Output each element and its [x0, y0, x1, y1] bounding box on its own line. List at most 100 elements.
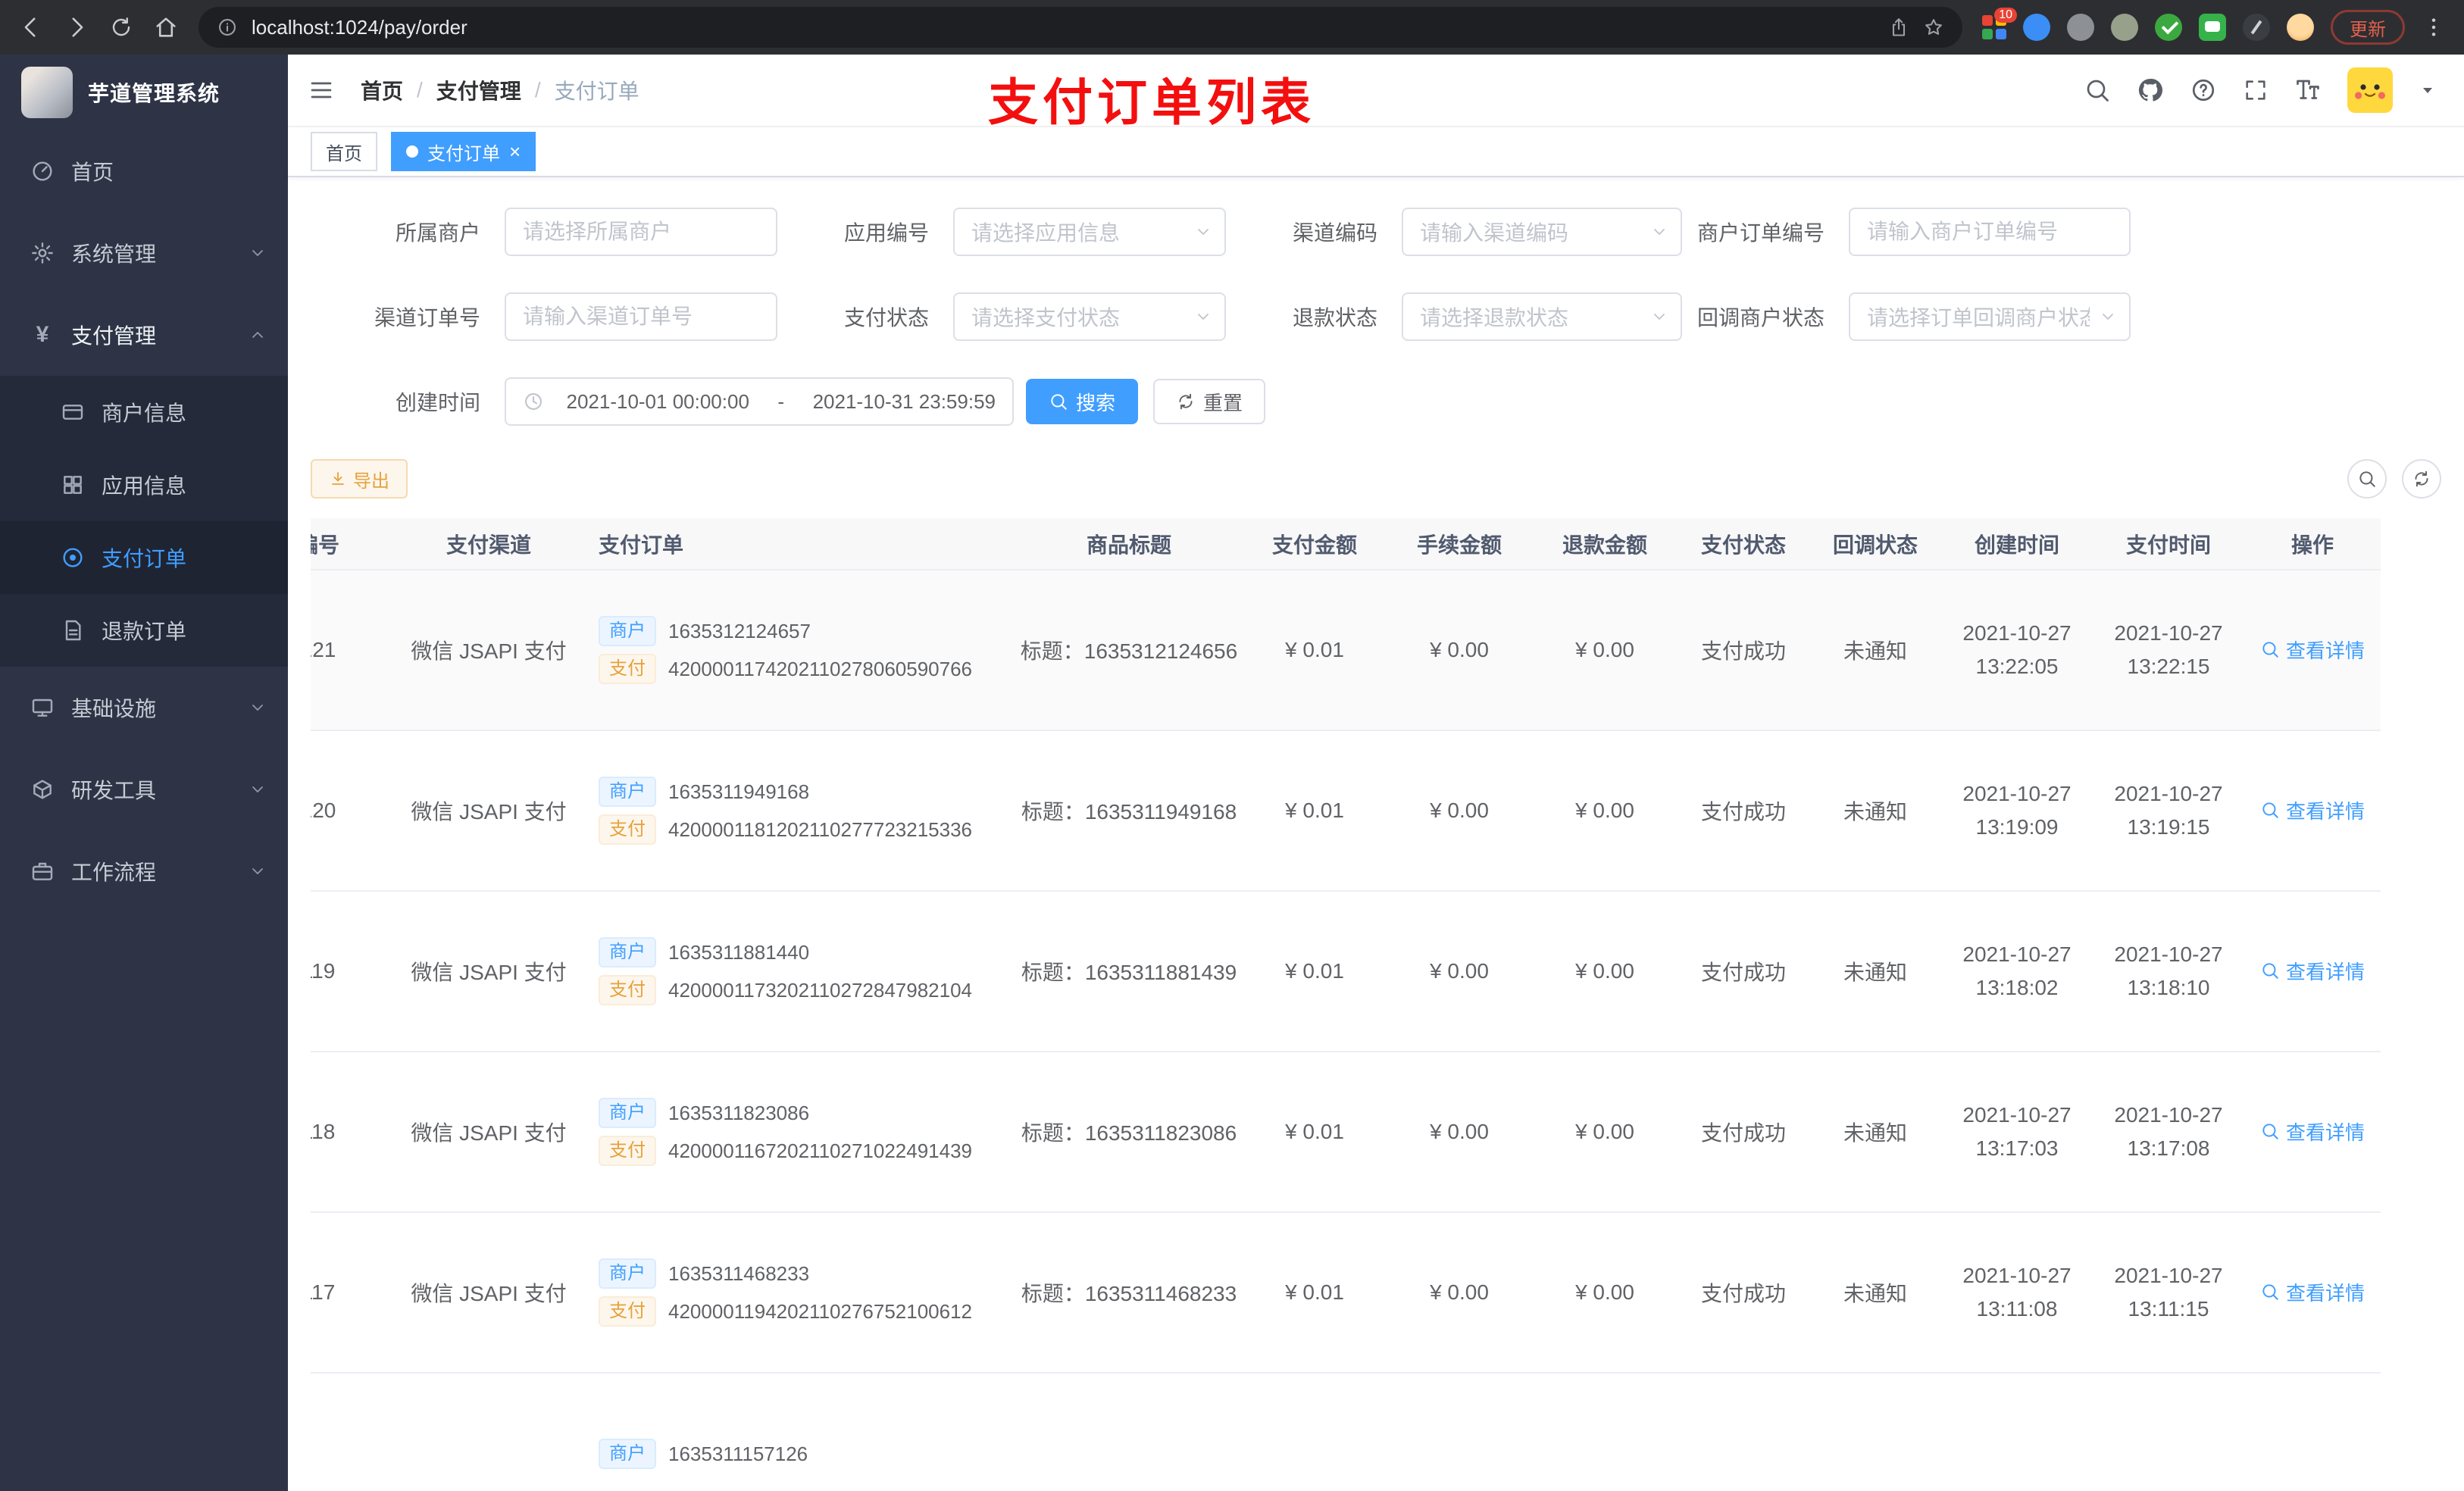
page-content: 所属商户 应用编号 请选择应用信息 渠道编码 请输入渠道编码 — [288, 177, 2464, 1491]
cell-refund: ¥ 0.00 — [1532, 730, 1678, 892]
extension-globe-icon[interactable] — [2067, 14, 2094, 41]
breadcrumb-payment[interactable]: 支付管理 — [436, 75, 521, 105]
notify-status-select[interactable]: 请选择订单回调商户状态 — [1849, 292, 2131, 341]
cell-notify-status — [1809, 1373, 1941, 1491]
view-detail-link[interactable]: 查看详情 — [2260, 1117, 2365, 1146]
breadcrumb-home[interactable]: 首页 — [361, 75, 403, 105]
page: localhost:1024/pay/order 10 更新 芋道管理系统 首页… — [0, 0, 2464, 1491]
extension-check-icon[interactable] — [2155, 14, 2182, 41]
export-button[interactable]: 导出 — [311, 459, 408, 499]
merchant-input[interactable] — [505, 208, 777, 256]
table-toolbar: 导出 — [311, 459, 2441, 499]
chevron-down-icon — [1194, 308, 1212, 326]
sidebar-item-pay-order[interactable]: 支付订单 — [0, 521, 288, 594]
cell-create-time: 2021-10-27 13:17:03 — [1941, 1052, 2093, 1213]
extensions-icon[interactable]: 10 — [1982, 8, 2017, 39]
help-button[interactable] — [2190, 77, 2217, 104]
cell-notify-status: 未通知 — [1809, 1052, 1941, 1213]
cell-pay-status: 支付成功 — [1678, 570, 1809, 731]
channel-order-no-label: 渠道订单号 — [374, 306, 480, 330]
tab-pay-order[interactable]: 支付订单 × — [391, 132, 536, 171]
chevron-down-icon — [249, 862, 267, 880]
address-bar[interactable]: localhost:1024/pay/order — [199, 7, 1962, 48]
merchant-tag: 商户 — [599, 616, 656, 646]
avatar-dropdown[interactable] — [2419, 81, 2437, 99]
table-row: 商户1635311157126 查看详情 — [311, 1373, 2381, 1491]
sidebar-item-refund-order[interactable]: 退款订单 — [0, 594, 288, 667]
extension-drop-icon[interactable] — [2023, 14, 2050, 41]
search-icon — [1049, 392, 1068, 411]
cell-pay-order: 商户 1635311881440 支付 4200001173202110272847… — [583, 891, 1015, 1052]
fullscreen-button[interactable] — [2243, 77, 2269, 103]
cell-pay-status — [1678, 1373, 1809, 1491]
browser-menu-icon[interactable] — [2422, 15, 2446, 39]
sidebar-item-payment[interactable]: ¥ 支付管理 — [0, 294, 288, 376]
document-icon — [61, 618, 85, 642]
toggle-search-button[interactable] — [2347, 459, 2387, 499]
sidebar-item-home[interactable]: 首页 — [0, 130, 288, 212]
view-detail-link[interactable]: 查看详情 — [2260, 796, 2365, 824]
github-button[interactable] — [2137, 77, 2164, 104]
cell-actions: 查看详情 — [2244, 1212, 2381, 1374]
sidebar-item-system[interactable]: 系统管理 — [0, 212, 288, 294]
forward-button[interactable] — [64, 14, 89, 40]
col-pay-status: 支付状态 — [1678, 518, 1809, 570]
extension-misc-icon[interactable] — [2111, 14, 2138, 41]
bookmark-star-icon[interactable] — [1923, 17, 1944, 38]
browser-profile-avatar[interactable] — [2287, 14, 2314, 41]
cell-actions: 查看详情 — [2244, 1052, 2381, 1213]
sidebar-item-devtools[interactable]: 研发工具 — [0, 749, 288, 830]
cell-pay-order: 商户 1635311468233 支付 4200001194202110276752… — [583, 1212, 1015, 1374]
download-icon — [329, 470, 347, 488]
font-size-button[interactable] — [2294, 77, 2322, 104]
extension-pin-icon[interactable] — [2243, 14, 2270, 41]
reset-button[interactable]: 重置 — [1153, 379, 1266, 424]
sidebar-item-merchant-info[interactable]: 商户信息 — [0, 376, 288, 449]
search-button[interactable]: 搜索 — [1026, 379, 1139, 424]
forward-icon — [64, 14, 89, 40]
cell-create-time — [1941, 1373, 2093, 1491]
channel-code-select[interactable]: 请输入渠道编码 — [1402, 208, 1682, 256]
tab-home[interactable]: 首页 — [311, 132, 377, 171]
user-avatar[interactable] — [2347, 67, 2393, 113]
back-button[interactable] — [18, 14, 44, 40]
sidebar-item-infrastructure[interactable]: 基础设施 — [0, 667, 288, 749]
clock-icon — [523, 391, 544, 412]
refund-status-select[interactable]: 请选择退款状态 — [1402, 292, 1682, 341]
view-detail-link[interactable]: 查看详情 — [2260, 1278, 2365, 1306]
sidebar-item-app-info[interactable]: 应用信息 — [0, 449, 288, 521]
site-info-icon[interactable] — [217, 17, 238, 38]
extension-chat-icon[interactable] — [2199, 14, 2226, 41]
channel-order-no-input[interactable] — [505, 292, 777, 341]
github-icon — [2137, 77, 2164, 104]
home-button[interactable] — [153, 14, 179, 40]
app-select[interactable]: 请选择应用信息 — [953, 208, 1226, 256]
share-icon[interactable] — [1888, 17, 1909, 38]
table-row: 117 微信 JSAPI 支付 商户1635311468233 支付420000… — [311, 1212, 2381, 1374]
view-detail-link[interactable]: 查看详情 — [2260, 636, 2365, 664]
search-icon — [2357, 469, 2377, 489]
reload-button[interactable] — [109, 15, 133, 39]
cell-channel: 微信 JSAPI 支付 — [394, 730, 583, 892]
cell-title: 标题：1635312124656 — [1015, 570, 1243, 731]
pay-status-select[interactable]: 请选择支付状态 — [953, 292, 1226, 341]
create-time-range[interactable]: 2021-10-01 00:00:00 - 2021-10-31 23:59:5… — [505, 377, 1014, 426]
hamburger-icon[interactable] — [308, 77, 335, 104]
view-detail-link[interactable]: 查看详情 — [2260, 957, 2365, 985]
cell-refund — [1532, 1373, 1678, 1491]
cell-id: 121 — [311, 570, 394, 731]
merchant-tag: 商户 — [599, 937, 656, 967]
cell-actions: 查看详情 — [2244, 1373, 2381, 1491]
sidebar-item-workflow[interactable]: 工作流程 — [0, 830, 288, 912]
cell-create-time: 2021-10-27 13:11:08 — [1941, 1212, 2093, 1374]
cell-notify-status: 未通知 — [1809, 891, 1941, 1052]
tab-close-icon[interactable]: × — [509, 142, 521, 161]
refresh-table-button[interactable] — [2402, 459, 2441, 499]
logo[interactable]: 芋道管理系统 — [0, 55, 288, 130]
table-row: 119 微信 JSAPI 支付 商户1635311881440 支付420000… — [311, 891, 2381, 1052]
header-search-button[interactable] — [2084, 77, 2111, 104]
update-button[interactable]: 更新 — [2331, 10, 2405, 45]
cell-fee: ¥ 0.00 — [1387, 1052, 1532, 1213]
cell-refund: ¥ 0.00 — [1532, 570, 1678, 731]
merchant-order-no-input[interactable] — [1849, 208, 2131, 256]
